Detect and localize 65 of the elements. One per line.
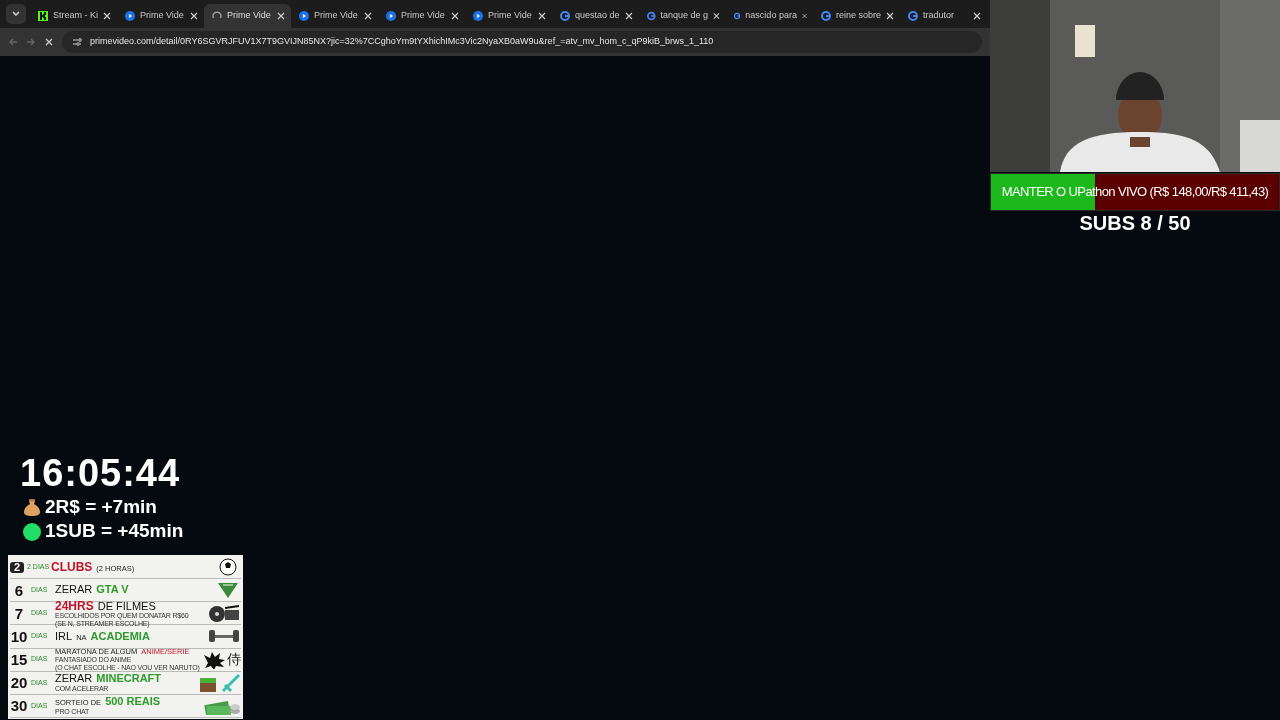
goal-days-number: 15 xyxy=(10,652,28,668)
goal-days-number: 10 xyxy=(10,629,28,644)
goal-days-number: 30 xyxy=(10,698,28,714)
browser-tab[interactable]: Prime Vide xyxy=(204,4,291,28)
close-icon[interactable] xyxy=(625,12,633,20)
kick-logo-icon xyxy=(38,11,48,21)
stop-loading-icon[interactable] xyxy=(44,37,54,47)
browser-tab[interactable]: Prime Vide xyxy=(378,4,465,28)
play-icon xyxy=(299,11,309,21)
goal-title-part: MINECRAFT xyxy=(96,673,162,685)
play-icon xyxy=(125,11,135,21)
goal-title-part: ACADEMIA xyxy=(90,630,150,643)
browser-tab[interactable]: nascido para xyxy=(726,4,813,28)
browser-tab[interactable]: reine sobre xyxy=(813,4,900,28)
close-icon[interactable] xyxy=(103,12,111,20)
google-icon xyxy=(647,11,656,21)
close-icon[interactable] xyxy=(190,12,198,20)
url-text: primevideo.com/detail/0RY6SGVRJFUV1X7T9GVIJN85NX?jic=32%7CCghoYm9tYXhichIMc3Vic2NyaXB0aW9u&ref_=atv_mv_hom_c_qP9kiB_brws_1_110 xyxy=(90,35,714,49)
goal-title-part: GTA V xyxy=(96,584,129,596)
chevron-down-icon xyxy=(12,11,20,17)
close-icon[interactable] xyxy=(713,12,720,20)
browser-tab[interactable]: questao de xyxy=(552,4,639,28)
loading-spinner-icon xyxy=(212,11,222,21)
browser-tab[interactable]: tradutor xyxy=(900,4,987,28)
browser-tab[interactable]: Prime Vide xyxy=(117,4,204,28)
tab-search-button[interactable] xyxy=(6,4,26,24)
close-icon[interactable] xyxy=(277,12,285,20)
goal-title-part: CLUBS xyxy=(51,560,93,574)
film-reel-icon xyxy=(207,604,241,623)
dot-icon xyxy=(23,522,41,541)
rate-text: 1SUB = +45min xyxy=(45,519,184,544)
google-icon xyxy=(821,11,831,21)
rate-text: 2R$ = +7min xyxy=(45,494,157,519)
google-icon xyxy=(734,11,741,21)
goal-title-part: ZERAR xyxy=(55,673,93,685)
site-settings-icon[interactable] xyxy=(72,37,82,47)
goal-title-part: IRL xyxy=(55,630,73,643)
kanji-glyph: 侍 xyxy=(227,650,241,670)
address-bar[interactable]: primevideo.com/detail/0RY6SGVRJFUV1X7T9GVIJN85NX?jic=32%7CCghoYm9tYXhichIMc3Vic2NyaXB0aW9u&ref_=atv_mv_hom_c_qP9kiB_brws_1_110 xyxy=(62,31,982,53)
sword-icon xyxy=(221,672,241,693)
money-bag-icon xyxy=(23,498,41,517)
browser-tab[interactable]: Prime Vide xyxy=(465,4,552,28)
goal-days-number: 6 xyxy=(13,582,25,598)
close-icon[interactable] xyxy=(451,12,459,20)
goal-days-number: 7 xyxy=(13,605,25,621)
play-icon xyxy=(473,11,483,21)
countdown-timer: 16:05:44 xyxy=(20,453,182,495)
browser-tab[interactable]: tanque de g xyxy=(639,4,726,28)
goal-title-part: 24HRS xyxy=(55,599,94,613)
browser-tab[interactable]: Stream - Ki xyxy=(30,4,117,28)
goal-days-number: 2 xyxy=(10,561,24,573)
goal-title-part: ZERAR xyxy=(55,584,93,596)
google-icon xyxy=(908,11,918,21)
close-icon[interactable] xyxy=(364,12,372,20)
close-icon[interactable] xyxy=(973,12,981,20)
close-icon[interactable] xyxy=(801,12,807,20)
subs-counter: SUBS 8 / 50 xyxy=(1078,211,1192,236)
close-icon[interactable] xyxy=(538,12,546,20)
browser-tab[interactable]: Prime Vide xyxy=(291,4,378,28)
goal-title-part: 500 REAIS xyxy=(105,696,161,708)
goal-title-part: DE FILMES xyxy=(97,600,156,613)
close-icon[interactable] xyxy=(886,12,894,20)
play-icon xyxy=(386,11,396,21)
goal-days-number: 20 xyxy=(10,675,28,691)
google-icon xyxy=(560,11,570,21)
